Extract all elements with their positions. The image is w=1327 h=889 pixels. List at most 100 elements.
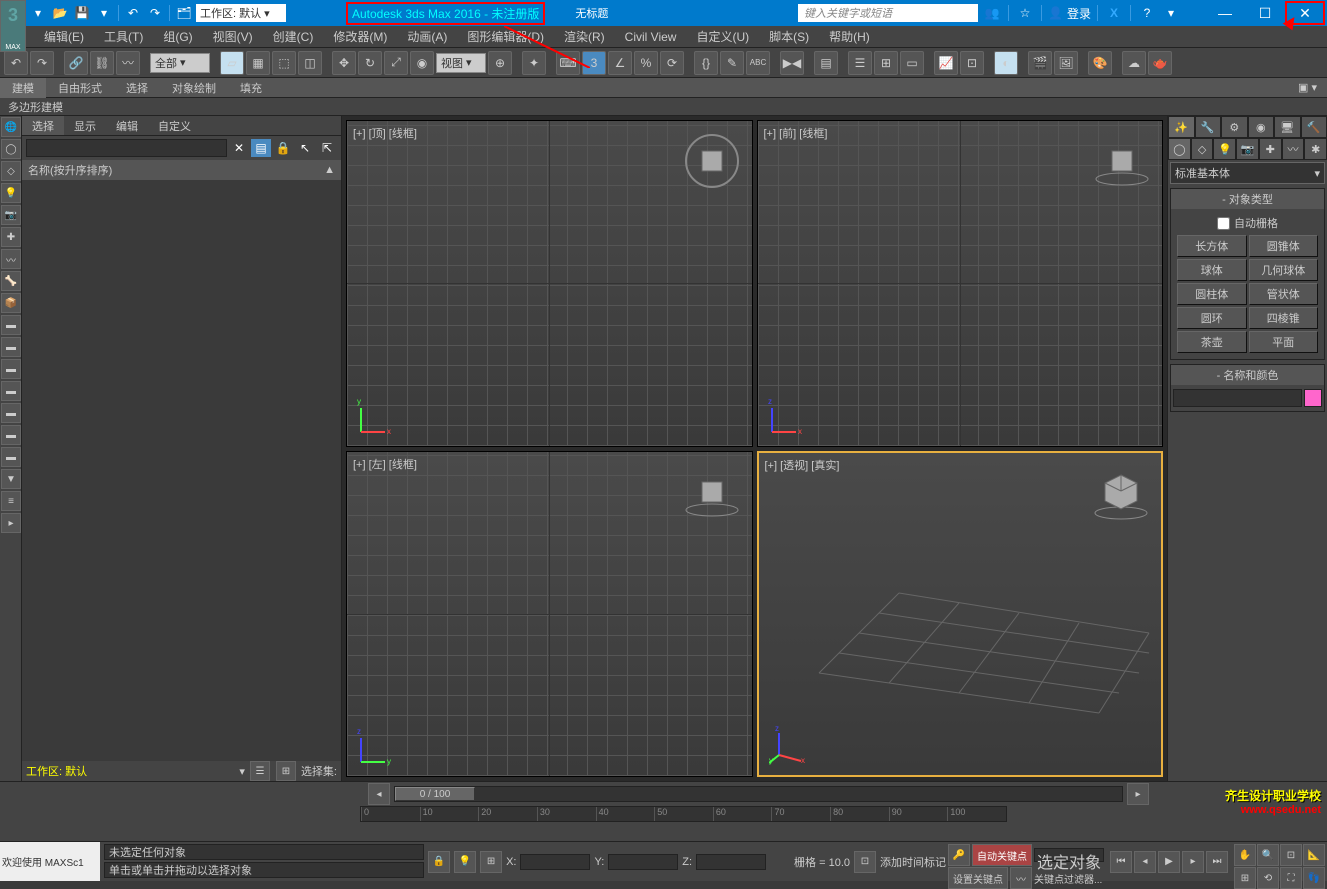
- coord-x-input[interactable]: [520, 854, 590, 870]
- search-icon[interactable]: 👥: [982, 4, 1002, 22]
- scene-list[interactable]: [22, 180, 341, 761]
- lock-selection-button[interactable]: 🔒: [428, 851, 450, 873]
- viewport-left-label[interactable]: [+] [左] [线框]: [353, 456, 417, 472]
- named-selection-button[interactable]: {}: [694, 51, 718, 75]
- autokey-button[interactable]: 自动关键点: [972, 844, 1032, 866]
- menu-views[interactable]: 视图(V): [209, 26, 257, 47]
- clear-search-icon[interactable]: ✕: [229, 139, 249, 157]
- layers-button-small[interactable]: ☰: [250, 761, 270, 781]
- app-icon[interactable]: 3 MAX: [0, 0, 26, 52]
- cmd-tab-display[interactable]: 🖥: [1274, 116, 1301, 138]
- time-slider[interactable]: 0 / 100: [394, 786, 1123, 802]
- cmd-tab-hierarchy[interactable]: ⚙: [1221, 116, 1248, 138]
- lock-icon[interactable]: 🔒: [273, 139, 293, 157]
- obj-sphere[interactable]: 球体: [1177, 259, 1247, 281]
- abc-button[interactable]: ABC: [746, 51, 770, 75]
- obj-pyramid[interactable]: 四棱锥: [1249, 307, 1319, 329]
- viewport-front[interactable]: [+] [前] [线框] zx: [757, 120, 1164, 447]
- minimize-button[interactable]: —: [1205, 1, 1245, 25]
- toggle-ribbon-button[interactable]: ▭: [900, 51, 924, 75]
- viewcube-perspective[interactable]: [1091, 463, 1151, 523]
- select-region-button[interactable]: ⬚: [272, 51, 296, 75]
- toggle-explorer-button[interactable]: ⊞: [874, 51, 898, 75]
- nav-pan-button[interactable]: ✋: [1234, 844, 1256, 866]
- project-icon[interactable]: 🗂: [174, 4, 194, 22]
- ls-filter3-icon[interactable]: ▬: [1, 359, 21, 379]
- cmd-tab-modify[interactable]: 🔧: [1195, 116, 1222, 138]
- ribbon-subtab[interactable]: 多边形建模: [0, 98, 1327, 116]
- spinner-snap-button[interactable]: ⟳: [660, 51, 684, 75]
- coord-y-input[interactable]: [608, 854, 678, 870]
- rollout-name-color[interactable]: - 名称和颜色: [1171, 365, 1324, 385]
- nav-fov-button[interactable]: 📐: [1303, 844, 1325, 866]
- time-tag-button[interactable]: ⊡: [854, 851, 876, 873]
- ribbon-tab-modeling[interactable]: 建模: [0, 78, 46, 98]
- add-time-tag-label[interactable]: 添加时间标记: [880, 854, 946, 870]
- autodesk-360-button[interactable]: ☁: [1122, 51, 1146, 75]
- pick-all-icon[interactable]: ⇱: [317, 139, 337, 157]
- workspace-status[interactable]: 工作区: 默认: [26, 763, 87, 779]
- ls-expand-icon[interactable]: ▸: [1, 513, 21, 533]
- scene-list-header[interactable]: 名称(按升序排序) ▲: [22, 160, 341, 180]
- select-by-name-button[interactable]: ▦: [246, 51, 270, 75]
- ribbon-tab-objpaint[interactable]: 对象绘制: [160, 78, 228, 98]
- key-filters-icon[interactable]: 〰: [1010, 867, 1032, 889]
- login-button[interactable]: 👤 登录: [1048, 5, 1091, 22]
- obj-cone[interactable]: 圆锥体: [1249, 235, 1319, 257]
- ribbon-collapse-icon[interactable]: ▣ ▾: [1298, 81, 1327, 94]
- viewcube-front[interactable]: [1092, 131, 1152, 191]
- viewport-front-label[interactable]: [+] [前] [线框]: [764, 125, 828, 141]
- unlink-button[interactable]: ⛓: [90, 51, 114, 75]
- se-tab-custom[interactable]: 自定义: [148, 116, 201, 135]
- angle-snap-button[interactable]: ∠: [608, 51, 632, 75]
- ls-container-icon[interactable]: 📦: [1, 293, 21, 313]
- viewcube-top[interactable]: [682, 131, 742, 191]
- next-key-button[interactable]: ▸: [1127, 783, 1149, 805]
- bind-space-warp-button[interactable]: 〰: [116, 51, 140, 75]
- curve-editor-button[interactable]: 📈: [934, 51, 958, 75]
- next-frame-button[interactable]: ▸: [1182, 851, 1204, 873]
- placement-button[interactable]: ◉: [410, 51, 434, 75]
- scene-search-input[interactable]: [26, 139, 227, 157]
- viewport-persp-label[interactable]: [+] [透视] [真实]: [765, 457, 840, 473]
- ls-helpers-icon[interactable]: ✚: [1, 227, 21, 247]
- se-tab-display[interactable]: 显示: [64, 116, 106, 135]
- category-dropdown[interactable]: 标准基本体▾: [1170, 162, 1325, 184]
- se-tab-edit[interactable]: 编辑: [106, 116, 148, 135]
- ls-shapes-icon[interactable]: ◇: [1, 161, 21, 181]
- layers-button[interactable]: ☰: [848, 51, 872, 75]
- ls-sort-icon[interactable]: ≡: [1, 491, 21, 511]
- viewport-left[interactable]: [+] [左] [线框] zy: [346, 451, 753, 778]
- nav-maximize-button[interactable]: ⛶: [1280, 867, 1302, 889]
- ls-funnel-icon[interactable]: ▼: [1, 469, 21, 489]
- goto-end-button[interactable]: ⏭: [1206, 851, 1228, 873]
- se-tab-select[interactable]: 选择: [22, 116, 64, 135]
- obj-cylinder[interactable]: 圆柱体: [1177, 283, 1247, 305]
- obj-tube[interactable]: 管状体: [1249, 283, 1319, 305]
- window-crossing-button[interactable]: ◫: [298, 51, 322, 75]
- rotate-button[interactable]: ↻: [358, 51, 382, 75]
- subcat-helpers[interactable]: ✚: [1259, 138, 1282, 160]
- maxscript-listener[interactable]: 欢迎使用 MAXSc1: [0, 842, 100, 881]
- render-button[interactable]: 🫖: [1148, 51, 1172, 75]
- link-button[interactable]: 🔗: [64, 51, 88, 75]
- menu-animation[interactable]: 动画(A): [403, 26, 451, 47]
- set-key-button[interactable]: 设置关键点: [948, 867, 1008, 889]
- menu-customize[interactable]: 自定义(U): [692, 26, 753, 47]
- obj-torus[interactable]: 圆环: [1177, 307, 1247, 329]
- cmd-tab-motion[interactable]: ◉: [1248, 116, 1275, 138]
- ls-filter4-icon[interactable]: ▬: [1, 381, 21, 401]
- coord-z-input[interactable]: [696, 854, 766, 870]
- exchange-icon[interactable]: X: [1104, 4, 1124, 22]
- maximize-button[interactable]: ☐: [1245, 1, 1285, 25]
- percent-snap-button[interactable]: %: [634, 51, 658, 75]
- scale-button[interactable]: ⤢: [384, 51, 408, 75]
- redo-button[interactable]: ↷: [30, 51, 54, 75]
- menu-edit[interactable]: 编辑(E): [40, 26, 88, 47]
- set-key-large-button[interactable]: 🔑: [948, 844, 970, 866]
- ls-geom-icon[interactable]: ◯: [1, 139, 21, 159]
- menu-create[interactable]: 创建(C): [269, 26, 318, 47]
- save-icon[interactable]: 💾: [72, 4, 92, 22]
- time-ruler[interactable]: 0 10 20 30 40 50 60 70 80 90 100: [360, 806, 1007, 822]
- ls-bone-icon[interactable]: 🦴: [1, 271, 21, 291]
